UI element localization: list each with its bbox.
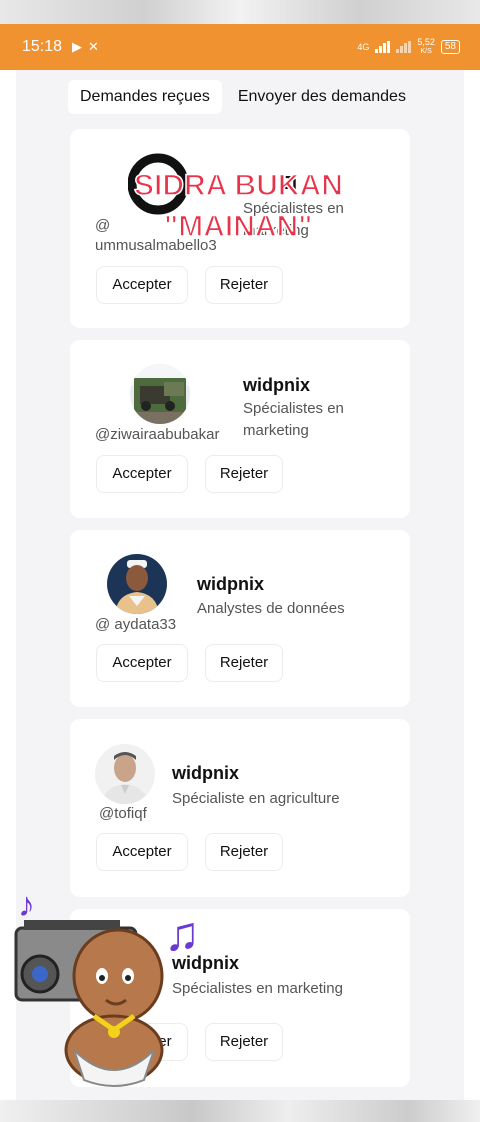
- user-role: Spécialiste en agriculture: [172, 790, 340, 807]
- status-time: 15:18: [22, 38, 63, 55]
- request-tabs: Demandes reçues Envoyer des demandes: [68, 80, 418, 114]
- tab-send-requests[interactable]: Envoyer des demandes: [226, 80, 418, 114]
- grid-app-icon: ✕: [88, 39, 99, 54]
- user-name: widpnix: [197, 574, 264, 594]
- music-note-icon: ♪: [18, 886, 35, 924]
- accept-button[interactable]: Accepter: [96, 833, 188, 871]
- user-name: widpnix: [243, 375, 310, 395]
- reject-button[interactable]: Rejeter: [205, 644, 283, 682]
- network-type: 4G: [357, 42, 370, 52]
- request-card: widpnix Spécialistes en marketing @ziwai…: [70, 340, 410, 518]
- user-avatar: [95, 744, 155, 804]
- status-right-group: 4G 5,52 K/S 58: [357, 38, 460, 56]
- accept-button[interactable]: Accepter: [96, 266, 188, 304]
- accept-button[interactable]: Accepter: [96, 455, 188, 493]
- blurred-bottom-edge: [0, 1100, 480, 1122]
- accept-button[interactable]: Accepter: [96, 644, 188, 682]
- status-bar: 15:18 ▶ ✕ 4G 5,52 K/S 58: [0, 24, 480, 70]
- music-notes-icon: ♫: [164, 908, 200, 961]
- signal-strength-icon: [375, 41, 391, 53]
- user-handle: @tofiqf: [99, 805, 147, 822]
- watermark-line-2: "MAINAN": [164, 210, 312, 240]
- net-speed: 5,52 K/S: [417, 38, 435, 56]
- watermark-logo: SIDRA BUKAN "MAINAN": [127, 150, 358, 244]
- net-speed-unit: K/S: [420, 48, 432, 55]
- reject-button[interactable]: Rejeter: [205, 833, 283, 871]
- screen-border-right: [464, 70, 480, 1100]
- user-avatar: [107, 554, 167, 614]
- user-handle: @ziwairaabubakar: [95, 426, 220, 443]
- reject-button[interactable]: Rejeter: [205, 455, 283, 493]
- status-notification-icons: ▶ ✕: [72, 39, 99, 55]
- blurred-top-edge: [0, 0, 480, 24]
- watermark-line-1: SIDRA BUKAN: [134, 169, 343, 202]
- battery-icon: 58: [440, 40, 460, 54]
- baby-boombox-sticker: ♪ ♫: [14, 880, 220, 1090]
- net-speed-value: 5,52: [417, 37, 435, 47]
- user-avatar: [130, 364, 190, 424]
- user-handle: @ aydata33: [95, 616, 177, 633]
- user-role: Analystes de données: [197, 600, 345, 617]
- reject-button[interactable]: Rejeter: [205, 266, 283, 304]
- user-name: widpnix: [172, 763, 239, 783]
- signal-strength-icon-2: [396, 41, 412, 53]
- user-role: Spécialistes en marketing: [243, 400, 344, 439]
- request-card: widpnix Analystes de données @ aydata33 …: [70, 530, 410, 707]
- tab-received-requests[interactable]: Demandes reçues: [68, 80, 222, 114]
- play-store-icon: ▶: [72, 39, 83, 54]
- request-card: widpnix Spécialiste en agriculture @tofi…: [70, 719, 410, 897]
